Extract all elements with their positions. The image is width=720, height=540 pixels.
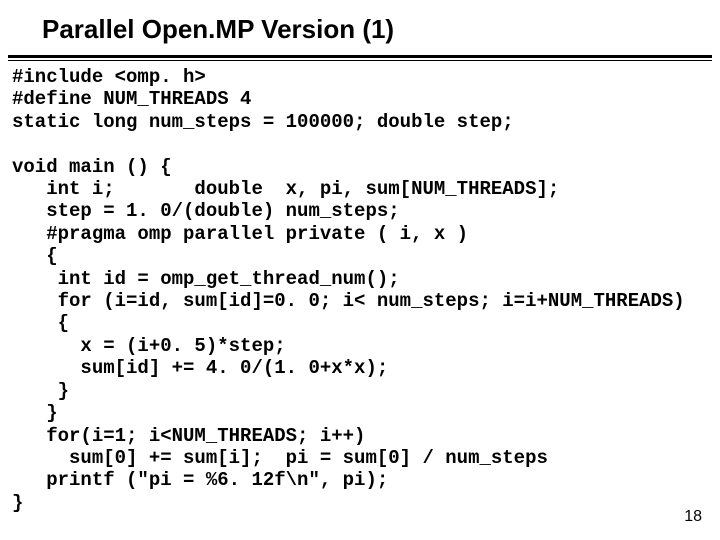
title-rule-thin — [8, 60, 712, 61]
title-rule-thick — [8, 55, 712, 58]
code-block: #include <omp. h> #define NUM_THREADS 4 … — [12, 66, 708, 514]
page-number: 18 — [684, 508, 702, 526]
slide: Parallel Open.MP Version (1) #include <o… — [0, 0, 720, 540]
slide-title: Parallel Open.MP Version (1) — [42, 14, 394, 45]
